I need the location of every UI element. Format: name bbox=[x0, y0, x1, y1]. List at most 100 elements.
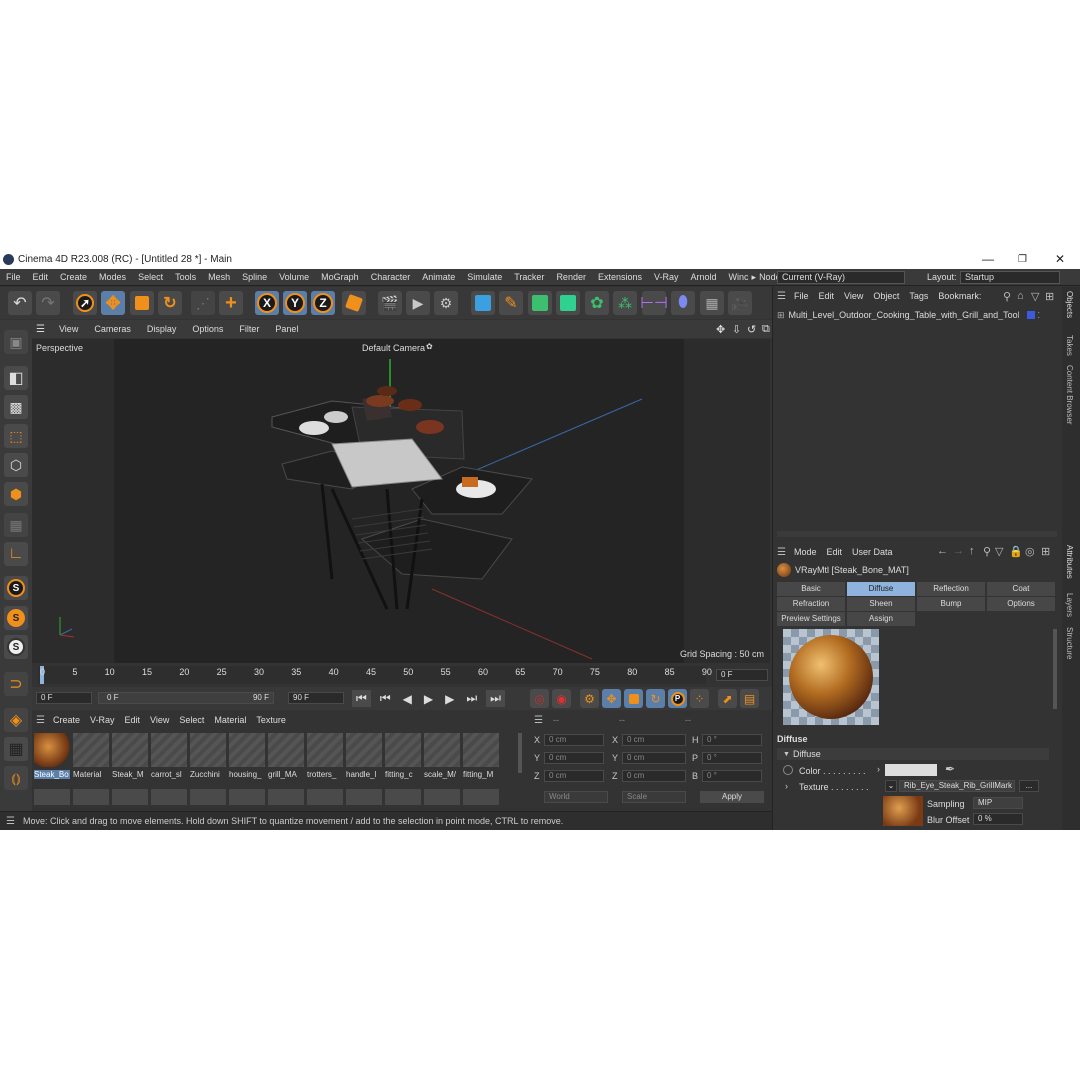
side-tab-takes[interactable]: Takes bbox=[1065, 335, 1074, 356]
field-button[interactable]: ⬮ bbox=[671, 291, 695, 315]
recent-tool-button[interactable]: ⋰ bbox=[191, 291, 215, 315]
material-swatch-steak-bone[interactable]: Steak_Bo bbox=[34, 733, 70, 785]
vp-menu-display[interactable]: Display bbox=[147, 324, 177, 334]
side-tab-attributes[interactable]: Attributes bbox=[1065, 545, 1074, 579]
blur-offset-field[interactable]: 0 % bbox=[973, 813, 1023, 825]
quantize-button[interactable]: S bbox=[4, 635, 28, 659]
axis-x-button[interactable]: X bbox=[255, 291, 279, 315]
menu-vray[interactable]: V-Ray bbox=[654, 272, 679, 282]
grid-button[interactable]: ▦ bbox=[4, 737, 28, 761]
tab-coat[interactable]: Coat bbox=[987, 582, 1055, 596]
frame-range-slider[interactable]: 0 F 90 F bbox=[98, 692, 274, 704]
attr-menu-mode[interactable]: Mode bbox=[794, 547, 817, 557]
array-button[interactable]: ⁂ bbox=[613, 291, 637, 315]
pen-spline-button[interactable]: ✎ bbox=[499, 291, 523, 315]
obj-menu-file[interactable]: File bbox=[794, 291, 809, 301]
obj-menu-edit[interactable]: Edit bbox=[818, 291, 834, 301]
tab-diffuse[interactable]: Diffuse bbox=[847, 582, 915, 596]
material-preview[interactable] bbox=[783, 629, 879, 725]
material-swatch[interactable]: housing_ bbox=[229, 733, 265, 785]
animate-color-icon[interactable] bbox=[783, 765, 793, 775]
menu-tools[interactable]: Tools bbox=[175, 272, 196, 282]
key-selection-icon[interactable]: ⚙ bbox=[580, 689, 599, 708]
tab-refraction[interactable]: Refraction bbox=[777, 597, 845, 611]
material-menu-icon[interactable]: ☰ bbox=[36, 715, 45, 726]
coord-pos-y[interactable]: 0 cm bbox=[544, 752, 604, 764]
menu-select[interactable]: Select bbox=[138, 272, 163, 282]
deformer-button[interactable]: ⊢⊣ bbox=[640, 291, 668, 315]
next-frame-icon[interactable]: ▶ bbox=[442, 691, 457, 707]
uv-mode-button[interactable]: ▦ bbox=[4, 513, 28, 537]
side-tab-objects[interactable]: Objects bbox=[1065, 291, 1074, 318]
camera-button[interactable]: 🎥 bbox=[728, 291, 752, 315]
mat-menu-view[interactable]: View bbox=[150, 715, 169, 725]
viewport-move-icon[interactable]: ✥ bbox=[716, 323, 725, 336]
end-frame-field[interactable]: 90 F bbox=[288, 692, 344, 704]
close-button[interactable]: ✕ bbox=[1055, 252, 1065, 266]
menu-mograph[interactable]: MoGraph bbox=[321, 272, 359, 282]
mat-menu-create[interactable]: Create bbox=[53, 715, 80, 725]
material-swatch[interactable]: Steak_M bbox=[112, 733, 148, 785]
subdivision-button[interactable] bbox=[528, 291, 552, 315]
extrude-button[interactable] bbox=[556, 291, 580, 315]
obj-menu-bookmarks[interactable]: Bookmark: bbox=[938, 291, 981, 301]
side-tab-structure[interactable]: Structure bbox=[1065, 627, 1074, 659]
menu-modes[interactable]: Modes bbox=[99, 272, 126, 282]
coord-pos-x[interactable]: 0 cm bbox=[544, 734, 604, 746]
next-key-icon[interactable]: ⏭ bbox=[463, 690, 480, 707]
redo-button[interactable]: ↷ bbox=[36, 291, 60, 315]
up-arrow-icon[interactable]: ↑ bbox=[969, 545, 975, 557]
coord-size-x[interactable]: 0 cm bbox=[622, 734, 686, 746]
scale-tool-button[interactable] bbox=[130, 291, 154, 315]
object-hscrollbar[interactable] bbox=[777, 531, 1057, 537]
timeline[interactable]: 0 5 10 15 20 25 30 35 40 45 50 55 60 65 … bbox=[32, 663, 772, 687]
side-tab-layers[interactable]: Layers bbox=[1065, 593, 1074, 617]
viewport-menu-icon[interactable]: ☰ bbox=[36, 324, 45, 335]
tab-options[interactable]: Options bbox=[987, 597, 1055, 611]
cloner-button[interactable]: ✿ bbox=[585, 291, 609, 315]
render-settings-button[interactable]: ⚙ bbox=[434, 291, 458, 315]
coord-rot-b[interactable]: 0 ° bbox=[702, 770, 762, 782]
vp-menu-cameras[interactable]: Cameras bbox=[94, 324, 131, 334]
home-icon[interactable]: ⌂ bbox=[1017, 290, 1024, 302]
start-frame-field[interactable]: 0 F bbox=[36, 692, 92, 704]
prev-frame-icon[interactable]: ◀ bbox=[400, 691, 415, 707]
record-icon[interactable]: ◎ bbox=[530, 689, 549, 708]
color-swatch[interactable] bbox=[885, 764, 937, 776]
new-window-icon[interactable]: ⊞ bbox=[1041, 545, 1050, 558]
menu-render[interactable]: Render bbox=[556, 272, 586, 282]
vp-menu-options[interactable]: Options bbox=[192, 324, 223, 334]
material-swatch[interactable]: handle_l bbox=[346, 733, 382, 785]
lock-icon[interactable]: 🔒 bbox=[1009, 545, 1023, 558]
obj-menu-object[interactable]: Object bbox=[873, 291, 899, 301]
material-swatch[interactable]: fitting_M bbox=[463, 733, 499, 785]
texture-mode-button[interactable]: ▩ bbox=[4, 395, 28, 419]
mat-menu-texture[interactable]: Texture bbox=[256, 715, 286, 725]
forward-arrow-icon[interactable]: → bbox=[953, 545, 964, 557]
color-expand-icon[interactable]: › bbox=[877, 764, 880, 774]
tab-preview-settings[interactable]: Preview Settings bbox=[777, 612, 845, 626]
coord-rot-h[interactable]: 0 ° bbox=[702, 734, 762, 746]
add-tool-button[interactable]: + bbox=[219, 291, 243, 315]
menu-arnold[interactable]: Arnold bbox=[691, 272, 717, 282]
edges-mode-button[interactable]: ⬡ bbox=[4, 453, 28, 477]
model-mode-button[interactable]: ◧ bbox=[4, 366, 28, 390]
coord-mode-select[interactable]: Scale bbox=[622, 791, 686, 803]
key-rotation-icon[interactable]: ↻ bbox=[646, 689, 665, 708]
scheme-icon[interactable]: ⬈ bbox=[718, 689, 737, 708]
undo-button[interactable]: ↶ bbox=[8, 291, 32, 315]
side-tab-content-browser[interactable]: Content Browser bbox=[1065, 365, 1074, 425]
menu-mesh[interactable]: Mesh bbox=[208, 272, 230, 282]
material-swatch[interactable]: Material bbox=[73, 733, 109, 785]
current-frame-field[interactable]: 0 F bbox=[716, 669, 768, 681]
render-picture-viewer-button[interactable]: ▶ bbox=[406, 291, 430, 315]
tab-reflection[interactable]: Reflection bbox=[917, 582, 985, 596]
layout-select[interactable]: Startup bbox=[960, 271, 1060, 284]
axis-y-button[interactable]: Y bbox=[283, 291, 307, 315]
cube-object-button[interactable] bbox=[471, 291, 495, 315]
key-parameter-icon[interactable]: P bbox=[668, 689, 687, 708]
key-pla-icon[interactable]: ⁘ bbox=[690, 689, 709, 708]
menu-spline[interactable]: Spline bbox=[242, 272, 267, 282]
filter-icon[interactable]: ▽ bbox=[1031, 290, 1039, 303]
texture-dropdown-icon[interactable]: ⌄ bbox=[885, 780, 897, 792]
